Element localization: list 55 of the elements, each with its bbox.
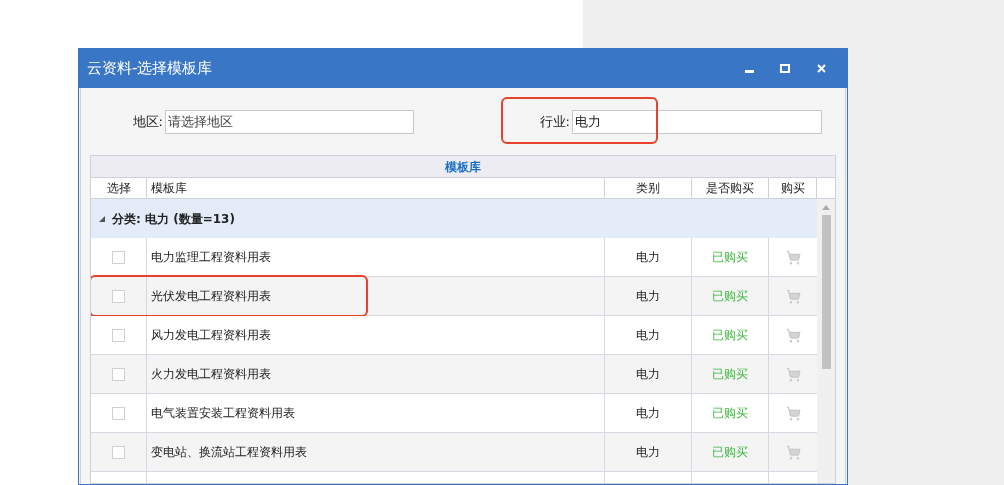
window-title: 云资料-选择模板库 <box>87 58 214 80</box>
minimize-icon <box>744 69 754 73</box>
cart-icon[interactable] <box>785 327 801 343</box>
cart-icon[interactable] <box>785 249 801 265</box>
purchase-status: 已购买 <box>712 366 748 383</box>
field-label: 地区: <box>131 112 164 131</box>
scrollbar[interactable] <box>817 199 835 483</box>
checkbox[interactable] <box>112 406 125 420</box>
cart-icon[interactable] <box>785 366 801 382</box>
purchase-status: 已购买 <box>712 249 748 266</box>
table-cell-text: 电力 <box>636 405 660 422</box>
table-row[interactable]: 风力发电工程资料用表 电力 已购买 <box>91 316 817 355</box>
table-cell-text: 变电站、换流站工程资料用表 <box>151 444 307 461</box>
table-cell-text: 光伏发电工程资料用表 <box>151 288 271 305</box>
group-row[interactable]: 分类: 电力 (数量=13) <box>91 199 817 238</box>
purchase-status: 已购买 <box>712 327 748 344</box>
input-field[interactable]: 请选择地区 <box>165 109 414 134</box>
checkbox[interactable] <box>112 250 125 264</box>
table-cell-text: 风力发电工程资料用表 <box>151 327 271 344</box>
purchase-status: 已购买 <box>712 444 748 461</box>
table-cell-text: 电力 <box>636 444 660 461</box>
table-row[interactable]: 变电站、换流站工程资料用表 电力 已购买 <box>91 433 817 472</box>
table-row[interactable]: 光伏发电工程资料用表 电力 已购买 <box>91 277 817 316</box>
purchase-status: 已购买 <box>712 288 748 305</box>
purchase-status: 已购买 <box>712 405 748 422</box>
table-row[interactable]: 火力发电工程资料用表 电力 已购买 <box>91 355 817 394</box>
column-header[interactable]: 购买 <box>769 178 817 198</box>
checkbox[interactable] <box>112 367 125 381</box>
table-cell-text: 电力 <box>636 288 660 305</box>
scroll-up-icon[interactable] <box>822 205 830 210</box>
field-label: 行业: <box>538 112 571 131</box>
checkbox[interactable] <box>112 328 125 342</box>
table-cell-text: 电力监理工程资料用表 <box>151 249 271 266</box>
cart-icon[interactable] <box>785 405 801 421</box>
close-icon <box>816 64 826 73</box>
table-row[interactable]: 电气装置安装工程资料用表 电力 已购买 <box>91 394 817 433</box>
input-field[interactable]: 电力 <box>572 109 822 134</box>
checkbox[interactable] <box>112 289 125 303</box>
column-header[interactable]: 是否购买 <box>692 178 769 198</box>
table-cell-text: 电力 <box>636 327 660 344</box>
cart-icon[interactable] <box>785 288 801 304</box>
column-header[interactable]: 选择 <box>91 178 147 198</box>
table-row[interactable]: 电力监理工程资料用表 电力 已购买 <box>91 238 817 277</box>
table-cell-text: 火力发电工程资料用表 <box>151 366 271 383</box>
grid-title: 模板库 <box>445 158 481 176</box>
checkbox[interactable] <box>112 445 125 459</box>
maximize-icon <box>780 64 790 73</box>
cart-icon[interactable] <box>785 444 801 460</box>
table-cell-text: 电力 <box>636 366 660 383</box>
column-header[interactable]: 类别 <box>605 178 692 198</box>
scroll-thumb[interactable] <box>821 215 831 369</box>
column-header[interactable]: 模板库 <box>147 178 605 198</box>
table-cell-text: 电气装置安装工程资料用表 <box>151 405 295 422</box>
group-label: 分类: 电力 (数量=13) <box>112 210 235 228</box>
table-cell-text: 电力 <box>636 249 660 266</box>
